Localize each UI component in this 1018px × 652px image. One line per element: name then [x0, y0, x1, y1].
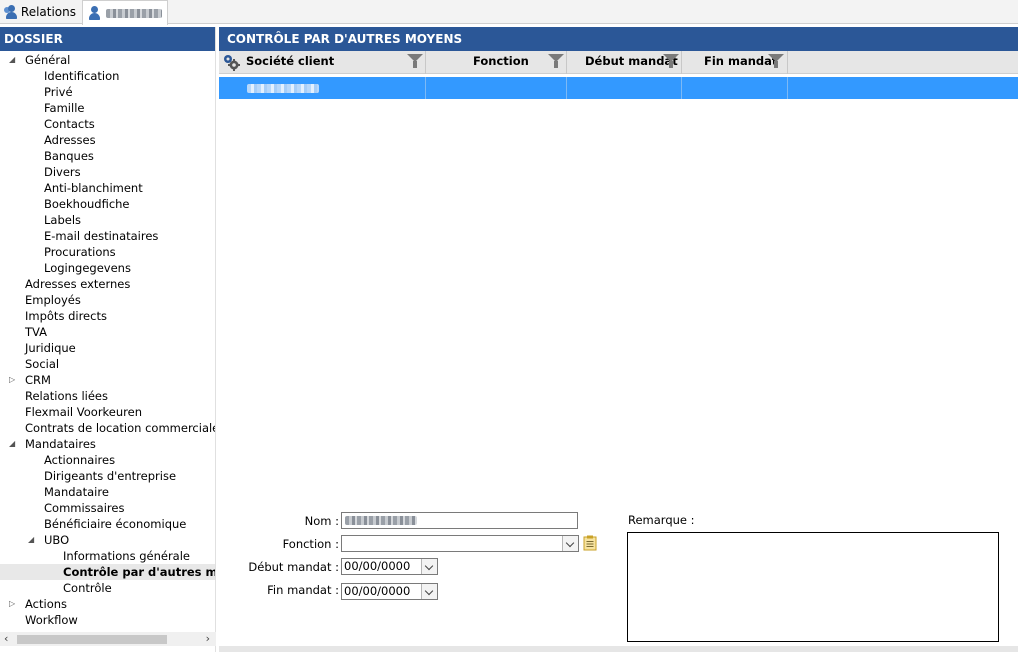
sidebar-item[interactable]: Boekhoudfiche	[44, 196, 215, 212]
nom-label: Nom :	[304, 514, 339, 528]
sidebar-item[interactable]: Workflow	[25, 612, 215, 628]
tab-relations-label: Relations	[20, 5, 76, 19]
user-icon	[87, 5, 103, 21]
tree-collapsed-icon[interactable]: ▷	[9, 600, 17, 608]
sidebar-item[interactable]: Contrôle par d'autres m	[0, 564, 215, 580]
sidebar-item[interactable]: Général	[25, 52, 215, 68]
sidebar-item[interactable]: Banques	[44, 148, 215, 164]
debut-mandat-datepicker[interactable]: 00/00/0000	[341, 558, 438, 575]
sidebar-item[interactable]: Famille	[44, 100, 215, 116]
sidebar-item[interactable]: Employés	[25, 292, 215, 308]
sidebar-item[interactable]: Contrats de location commerciale	[25, 420, 215, 436]
tab-bar: Relations	[0, 0, 1018, 25]
fonction-label: Fonction :	[282, 537, 339, 551]
sidebar-item[interactable]: Privé	[44, 84, 215, 100]
fin-mandat-datepicker[interactable]: 00/00/0000	[341, 583, 438, 600]
sidebar-item[interactable]: Anti-blanchiment	[44, 180, 215, 196]
tab-relations[interactable]: Relations	[0, 0, 80, 24]
main-panel: CONTRÔLE PAR D'AUTRES MOYENS Société cli…	[219, 27, 1018, 652]
scroll-right-arrow-icon[interactable]: ›	[206, 632, 210, 646]
redacted-text	[247, 84, 319, 93]
sidebar-item[interactable]: Bénéficiaire économique	[44, 516, 215, 532]
remarque-textarea[interactable]	[627, 532, 999, 642]
tree-expanded-icon[interactable]: ◢	[28, 536, 36, 544]
sidebar-title: DOSSIER	[0, 27, 215, 51]
tab-client[interactable]	[82, 0, 168, 25]
sidebar-item[interactable]: Commissaires	[44, 500, 215, 516]
col-debut-mandat[interactable]: Début mandat	[567, 51, 682, 74]
debut-mandat-label: Début mandat :	[248, 560, 339, 574]
tree-expanded-icon[interactable]: ◢	[9, 440, 17, 448]
grid-settings-gear-icon[interactable]	[222, 53, 240, 71]
sidebar-item[interactable]: Adresses externes	[25, 276, 215, 292]
sidebar-item[interactable]: Juridique	[25, 340, 215, 356]
sidebar-item[interactable]: Mandataire	[44, 484, 215, 500]
chevron-down-icon[interactable]	[421, 584, 437, 599]
sidebar-item[interactable]: Mandataires	[25, 436, 215, 452]
chevron-down-icon[interactable]	[562, 536, 578, 551]
col-societe-client[interactable]: Société client	[243, 51, 426, 74]
col-fin-mandat[interactable]: Fin mandat	[682, 51, 788, 74]
cell-fin-mandat[interactable]	[682, 77, 788, 99]
sidebar-item[interactable]: Social	[25, 356, 215, 372]
sidebar-item[interactable]: Impôts directs	[25, 308, 215, 324]
tree-collapsed-icon[interactable]: ▷	[9, 376, 17, 384]
scroll-left-arrow-icon[interactable]: ‹	[4, 632, 8, 646]
sidebar-item[interactable]: UBO	[44, 532, 215, 548]
tree-expanded-icon[interactable]: ◢	[9, 56, 17, 64]
sidebar-tree: Général ◢ Identification Privé Famille Contac…	[0, 51, 215, 631]
sidebar-item[interactable]: Adresses	[44, 132, 215, 148]
col-fonction[interactable]: Fonction	[426, 51, 567, 74]
sidebar-item[interactable]: Labels	[44, 212, 215, 228]
cell-debut-mandat[interactable]	[567, 77, 682, 99]
sidebar-item[interactable]: TVA	[25, 324, 215, 340]
sidebar-item[interactable]: Divers	[44, 164, 215, 180]
sidebar-horizontal-scrollbar[interactable]: ‹ ›	[0, 632, 216, 646]
sidebar-item[interactable]: Identification	[44, 68, 215, 84]
sidebar-item[interactable]: Flexmail Voorkeuren	[25, 404, 215, 420]
users-icon	[4, 4, 18, 20]
chevron-down-icon[interactable]	[421, 559, 437, 574]
sidebar-item[interactable]: Contrôle	[63, 580, 215, 596]
remarque-label: Remarque :	[628, 513, 695, 527]
cell-societe-client[interactable]	[243, 77, 426, 99]
clipboard-icon[interactable]	[583, 535, 597, 551]
sidebar-item[interactable]: E-mail destinataires	[44, 228, 215, 244]
page-title: CONTRÔLE PAR D'AUTRES MOYENS	[219, 27, 1018, 51]
sidebar-item[interactable]: Dirigeants d'entreprise	[44, 468, 215, 484]
sidebar-item[interactable]: CRM	[25, 372, 215, 388]
sidebar-item[interactable]: Contacts	[44, 116, 215, 132]
sidebar-item[interactable]: Relations liées	[25, 388, 215, 404]
redacted-text	[345, 516, 417, 525]
table-row[interactable]	[219, 77, 1018, 99]
sidebar-item[interactable]: Actionnaires	[44, 452, 215, 468]
fin-mandat-label: Fin mandat :	[267, 583, 339, 597]
bottom-border	[219, 646, 1018, 652]
grid-header: Société client Fonction Début mandat Fin…	[219, 51, 1018, 74]
fonction-select[interactable]	[341, 535, 579, 552]
nom-field[interactable]	[341, 512, 578, 529]
tab-client-label-redacted	[106, 8, 162, 18]
sidebar-item[interactable]: Procurations	[44, 244, 215, 260]
sidebar: DOSSIER Général ◢ Identification Privé Famil…	[0, 27, 216, 652]
scrollbar-thumb[interactable]	[17, 635, 167, 644]
sidebar-item[interactable]: Logingegevens	[44, 260, 215, 276]
sidebar-item[interactable]: Actions	[25, 596, 215, 612]
cell-fonction[interactable]	[426, 77, 567, 99]
sidebar-item[interactable]: Informations générale	[63, 548, 215, 564]
